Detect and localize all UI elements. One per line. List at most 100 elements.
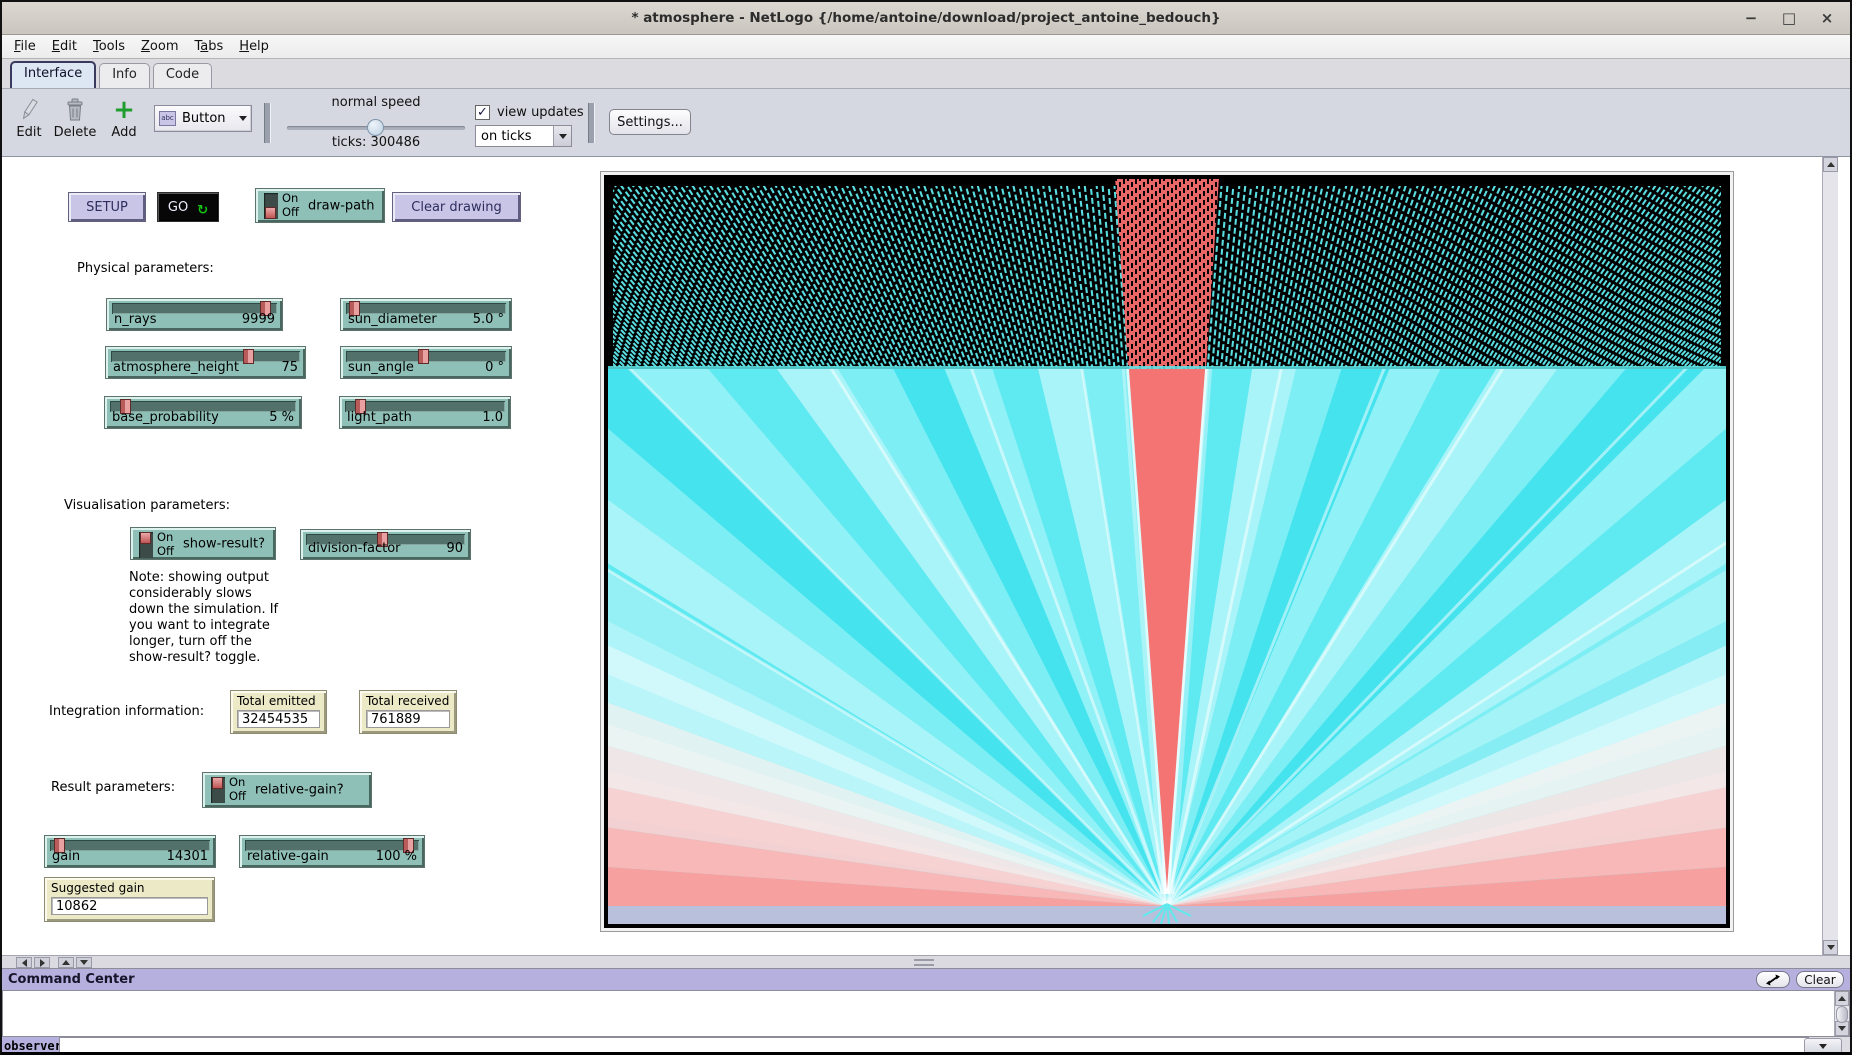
command-center-splitter[interactable] <box>2 955 1850 969</box>
switch-track[interactable] <box>264 193 278 219</box>
menu-help[interactable]: Help <box>231 37 277 56</box>
slider-value: 100 % <box>376 849 417 864</box>
slider-value: 9999 <box>242 312 275 327</box>
scroll-up-icon[interactable] <box>1835 991 1849 1006</box>
menu-tools[interactable]: Tools <box>85 37 133 56</box>
slider-label: light_path <box>347 410 412 425</box>
clear-button[interactable]: Clear <box>1796 971 1844 988</box>
slider-atmosphere-height[interactable]: atmosphere_height 75 <box>105 346 306 379</box>
slider-value: 90 <box>446 541 463 556</box>
slider-light-path[interactable]: light_path 1.0 <box>339 396 511 429</box>
switch-track[interactable] <box>139 532 153 558</box>
chevron-down-icon <box>559 134 567 139</box>
slider-label: base_probability <box>112 410 219 425</box>
menu-file[interactable]: File <box>6 37 44 56</box>
slider-value: 5.0 ° <box>473 312 504 327</box>
switch-relative-gain[interactable]: OnOff relative-gain? <box>202 772 372 808</box>
slider-value: 5 % <box>269 410 294 425</box>
widget-type-dropdown[interactable]: abc Button <box>154 105 252 132</box>
edit-widget-button[interactable]: Edit <box>10 95 48 140</box>
toolbar: Edit Delete + Add abc Button normal spee… <box>2 89 1850 157</box>
interface-canvas: SETUP GO ↻ OnOff draw-path Clear drawing… <box>2 157 1838 955</box>
slider-value: 1.0 <box>482 410 503 425</box>
menu-zoom[interactable]: Zoom <box>133 37 186 56</box>
settings-button[interactable]: Settings... <box>609 109 691 135</box>
scrollbar-thumb[interactable] <box>1836 1006 1848 1023</box>
slider-sun-diameter[interactable]: sun_diameter 5.0 ° <box>340 298 512 331</box>
canvas-vertical-scrollbar[interactable] <box>1822 157 1838 955</box>
clear-drawing-button[interactable]: Clear drawing <box>392 192 521 222</box>
slider-n-rays[interactable]: n_rays 9999 <box>106 298 283 331</box>
minimize-icon[interactable]: − <box>1740 7 1762 29</box>
scroll-left-icon[interactable] <box>16 957 32 968</box>
delete-widget-button[interactable]: Delete <box>50 95 100 140</box>
switch-handle[interactable] <box>140 532 151 544</box>
section-visualisation-parameters: Visualisation parameters: <box>64 498 230 513</box>
chevron-down-icon <box>1819 1044 1827 1049</box>
menu-tabs[interactable]: Tabs <box>186 37 231 56</box>
command-input[interactable] <box>59 1037 1809 1055</box>
slider-value: 14301 <box>167 849 208 864</box>
go-button[interactable]: GO ↻ <box>157 192 219 222</box>
tab-info[interactable]: Info <box>99 63 150 88</box>
widget-type-value: Button <box>182 111 231 126</box>
expand-command-center-button[interactable] <box>1756 971 1790 988</box>
world-view-svg <box>608 179 1726 924</box>
output-scrollbar[interactable] <box>1834 991 1849 1036</box>
scroll-right-icon[interactable] <box>34 957 50 968</box>
switch-on-off-labels: OnOff <box>229 776 246 803</box>
dropdown-arrow-button[interactable] <box>553 126 571 146</box>
update-mode-value: on ticks <box>476 129 553 144</box>
splitter-up-icon[interactable] <box>58 957 74 968</box>
maximize-icon[interactable]: □ <box>1778 7 1800 29</box>
slider-handle[interactable] <box>418 349 429 364</box>
switch-handle[interactable] <box>265 207 276 219</box>
slider-gain[interactable]: gain 14301 <box>44 835 216 868</box>
switch-draw-path[interactable]: OnOff draw-path <box>255 188 385 223</box>
scroll-down-icon[interactable] <box>1835 1021 1849 1036</box>
close-icon[interactable]: × <box>1816 7 1838 29</box>
slider-division-factor[interactable]: division-factor 90 <box>300 529 471 560</box>
add-label: Add <box>104 125 144 140</box>
section-physical-parameters: Physical parameters: <box>77 261 214 276</box>
scroll-up-icon[interactable] <box>1823 157 1838 172</box>
view-updates-label: view updates <box>497 105 584 120</box>
slider-label: gain <box>52 849 80 864</box>
slider-label: n_rays <box>114 312 157 327</box>
monitor-value: 761889 <box>366 710 450 728</box>
slider-base-probability[interactable]: base_probability 5 % <box>104 396 302 429</box>
title-bar[interactable]: * atmosphere - NetLogo {/home/antoine/do… <box>2 2 1850 35</box>
observer-prompt: observer> <box>2 1037 59 1055</box>
slider-sun-angle[interactable]: sun_angle 0 ° <box>340 346 512 379</box>
add-widget-button[interactable]: + Add <box>104 95 144 140</box>
update-mode-dropdown[interactable]: on ticks <box>475 125 572 147</box>
world-view <box>604 175 1730 928</box>
command-center-output[interactable] <box>2 990 1850 1037</box>
switch-label: draw-path <box>308 198 374 213</box>
command-center-input-row: observer> <box>2 1037 1850 1055</box>
monitor-suggested-gain: Suggested gain 10862 <box>44 877 215 922</box>
slider-label: sun_diameter <box>348 312 437 327</box>
tab-code[interactable]: Code <box>153 63 212 88</box>
switch-track[interactable] <box>211 777 225 803</box>
setup-button-label: SETUP <box>86 200 128 215</box>
slider-label: relative-gain <box>247 849 329 864</box>
setup-button[interactable]: SETUP <box>68 192 146 222</box>
monitor-total-emitted: Total emitted 32454535 <box>230 690 327 734</box>
menu-edit[interactable]: Edit <box>44 37 85 56</box>
speed-slider-thumb[interactable] <box>367 119 384 136</box>
go-button-label: GO <box>168 200 188 215</box>
scroll-down-icon[interactable] <box>1823 940 1838 955</box>
splitter-down-icon[interactable] <box>76 957 92 968</box>
view-updates-checkbox[interactable]: ✓ <box>475 105 490 120</box>
tab-interface[interactable]: Interface <box>10 61 96 88</box>
diagonal-arrows-icon <box>1766 974 1780 986</box>
history-dropdown-button[interactable] <box>1804 1038 1842 1054</box>
switch-handle[interactable] <box>212 777 223 789</box>
splitter-grip[interactable] <box>914 959 934 966</box>
section-result-parameters: Result parameters: <box>51 780 175 795</box>
world-view-frame <box>600 171 1734 932</box>
slider-relative-gain[interactable]: relative-gain 100 % <box>239 835 425 868</box>
slider-handle[interactable] <box>243 349 254 364</box>
switch-show-result[interactable]: OnOff show-result? <box>130 527 276 560</box>
